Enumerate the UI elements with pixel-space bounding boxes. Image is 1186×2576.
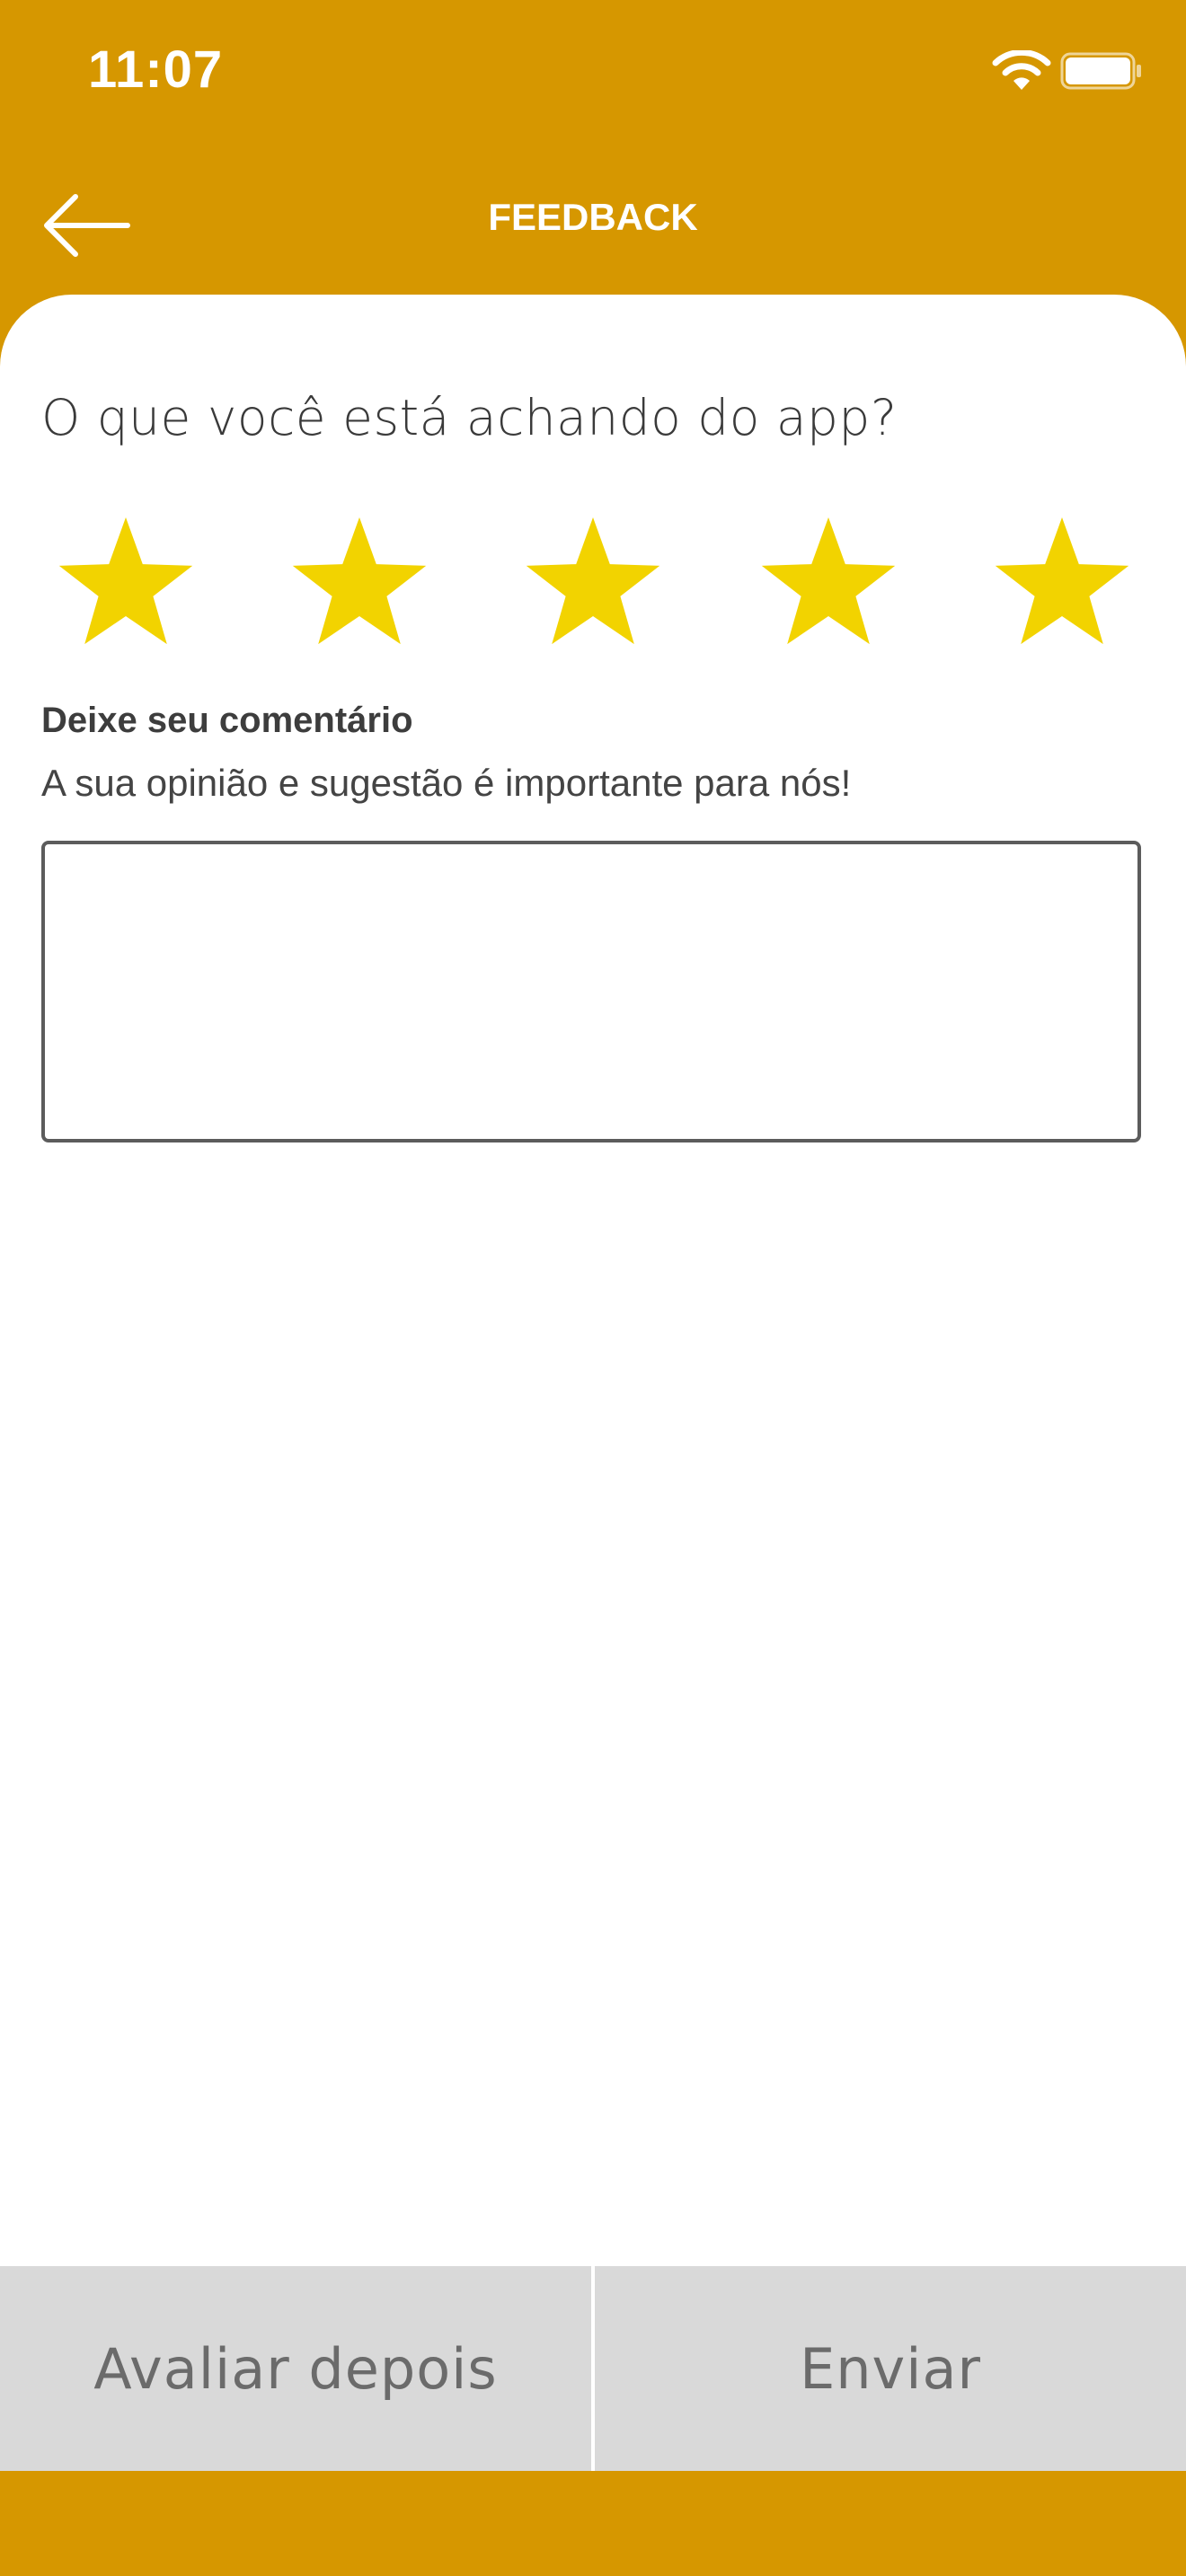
- battery-icon: [1060, 52, 1141, 90]
- status-bar: 11:07: [0, 0, 1186, 144]
- action-bar: Avaliar depois Enviar: [0, 2266, 1186, 2471]
- star-rating: [0, 510, 1186, 654]
- content-card: O que você está achando do app? Deixe se…: [0, 295, 1186, 2266]
- status-time: 11:07: [88, 40, 224, 99]
- header: FEEDBACK: [0, 153, 1186, 287]
- star-4-icon[interactable]: [757, 510, 900, 654]
- send-button[interactable]: Enviar: [595, 2266, 1186, 2471]
- star-1-icon[interactable]: [54, 510, 198, 654]
- comment-label: Deixe seu comentário: [41, 701, 413, 740]
- star-2-icon[interactable]: [288, 510, 431, 654]
- comment-hint: A sua opinião e sugestão é importante pa…: [41, 762, 852, 804]
- rating-question: O que você está achando do app?: [41, 389, 898, 446]
- feedback-screen: 11:07 FEEDBACK O que você está achando d…: [0, 0, 1186, 2576]
- comment-input[interactable]: [41, 841, 1141, 1142]
- rate-later-button[interactable]: Avaliar depois: [0, 2266, 591, 2471]
- page-title: FEEDBACK: [488, 196, 698, 238]
- star-5-icon[interactable]: [990, 510, 1134, 654]
- bottom-strip: [0, 2471, 1186, 2576]
- wifi-icon: [992, 50, 1051, 90]
- star-3-icon[interactable]: [521, 510, 665, 654]
